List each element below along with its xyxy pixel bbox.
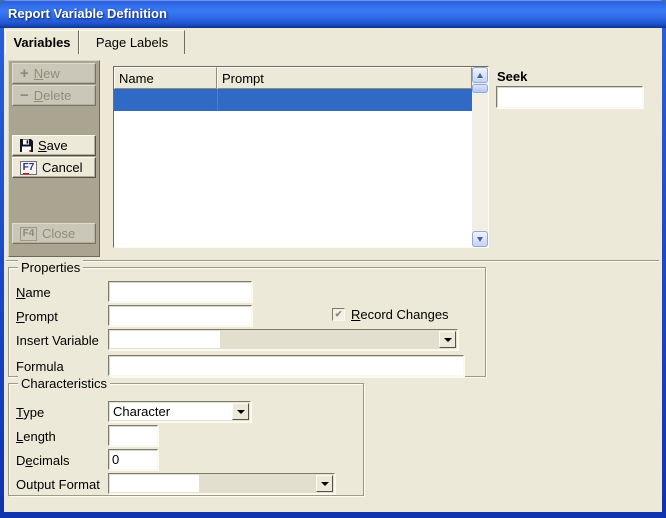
- scrollbar-thumb[interactable]: [472, 84, 488, 93]
- formula-input[interactable]: [108, 355, 464, 376]
- floppy-disk-icon: [20, 139, 33, 152]
- grid-selected-row[interactable]: [114, 89, 472, 111]
- formula-label: Formula: [16, 359, 64, 374]
- properties-group-title: Properties: [18, 260, 83, 275]
- prompt-input[interactable]: [108, 305, 252, 326]
- type-value: Character: [110, 403, 232, 420]
- tab-page-labels-label: Page Labels: [96, 35, 168, 50]
- name-label: Name: [16, 285, 51, 300]
- check-icon: ✔: [335, 309, 343, 320]
- length-label: Length: [16, 429, 56, 444]
- save-button[interactable]: Save: [12, 135, 96, 156]
- chevron-down-icon: [237, 410, 245, 414]
- type-label: Type: [16, 405, 44, 420]
- save-button-label: Save: [38, 138, 68, 153]
- type-combobox[interactable]: Character: [108, 401, 251, 422]
- insert-variable-dropdown-button[interactable]: [439, 331, 456, 348]
- scroll-down-icon: [477, 237, 483, 242]
- vertical-scrollbar[interactable]: [472, 67, 488, 247]
- titlebar[interactable]: Report Variable Definition: [0, 0, 666, 28]
- insert-variable-combobox[interactable]: [108, 329, 458, 350]
- new-button[interactable]: + New: [12, 63, 96, 84]
- name-input[interactable]: [108, 281, 252, 302]
- toolbar-panel: + New − Delete Save: [8, 60, 100, 257]
- type-dropdown-button[interactable]: [232, 403, 249, 420]
- record-changes-label: Record Changes: [351, 307, 449, 322]
- delete-button-label: Delete: [34, 88, 72, 103]
- chevron-down-icon: [321, 482, 329, 486]
- column-header-name[interactable]: Name: [114, 67, 217, 89]
- tab-variables[interactable]: Variables: [5, 30, 79, 54]
- plus-icon: +: [20, 67, 29, 80]
- tab-page-labels[interactable]: Page Labels: [79, 30, 185, 54]
- chevron-down-icon: [444, 338, 452, 342]
- insert-variable-value: [110, 331, 220, 348]
- cancel-button-label: Cancel: [42, 160, 82, 175]
- section-divider: [6, 260, 659, 262]
- length-input[interactable]: [108, 425, 158, 446]
- record-changes-checkbox[interactable]: ✔: [332, 308, 345, 321]
- cancel-button[interactable]: F7 Cancel: [12, 157, 96, 178]
- tab-variables-label: Variables: [13, 35, 70, 50]
- dialog-body: Variables Page Labels + New − Delete: [4, 28, 662, 512]
- column-divider: [217, 89, 218, 111]
- output-format-label: Output Format: [16, 477, 100, 492]
- scroll-up-icon: [477, 73, 483, 78]
- close-button[interactable]: F4 Close: [12, 223, 96, 244]
- f4-key-icon: F4: [20, 227, 37, 241]
- insert-variable-label: Insert Variable: [16, 333, 99, 348]
- column-header-prompt[interactable]: Prompt: [217, 67, 472, 89]
- close-button-label: Close: [42, 226, 75, 241]
- seek-label: Seek: [497, 69, 527, 84]
- scroll-up-button[interactable]: [472, 67, 488, 83]
- new-button-label: New: [34, 66, 60, 81]
- decimals-label: Decimals: [16, 453, 69, 468]
- decimals-input[interactable]: [108, 449, 158, 470]
- delete-button[interactable]: − Delete: [12, 85, 96, 106]
- seek-input[interactable]: [496, 86, 643, 108]
- f7-key-icon: F7: [20, 161, 37, 175]
- window-frame: Report Variable Definition Variables Pag…: [0, 0, 666, 518]
- characteristics-group-title: Characteristics: [18, 376, 110, 391]
- minus-icon: −: [20, 89, 29, 102]
- window-title: Report Variable Definition: [8, 0, 167, 28]
- prompt-label: Prompt: [16, 309, 58, 324]
- output-format-value: [110, 475, 199, 492]
- output-format-dropdown-button[interactable]: [316, 475, 333, 492]
- output-format-combobox[interactable]: [108, 473, 335, 494]
- variables-grid: Name Prompt: [113, 66, 489, 248]
- scroll-down-button[interactable]: [472, 231, 488, 247]
